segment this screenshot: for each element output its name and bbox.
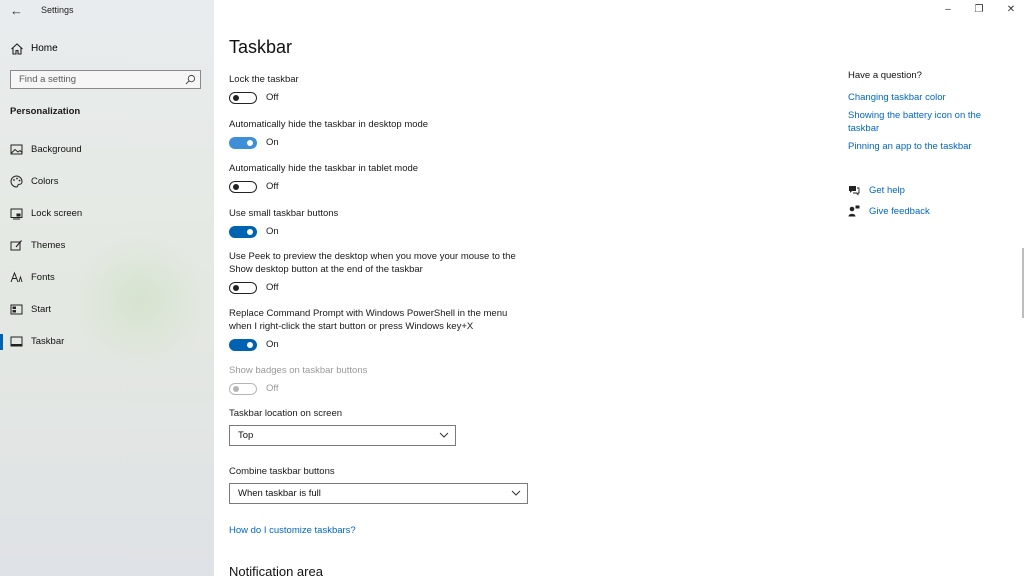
- page-title: Taskbar: [229, 37, 293, 57]
- sidebar-item-label: Taskbar: [31, 336, 65, 347]
- section-title: Personalization: [10, 106, 81, 117]
- toggle-small-buttons[interactable]: [229, 226, 257, 238]
- minimize-icon[interactable]: –: [938, 4, 958, 15]
- give-feedback-label: Give feedback: [869, 206, 930, 217]
- sidebar-item-label: Start: [31, 304, 52, 315]
- setting-label: Use small taskbar buttons: [229, 208, 339, 219]
- setting-label: Lock the taskbar: [229, 74, 299, 85]
- toggle-knob: [233, 94, 239, 101]
- toggle-state: On: [266, 339, 279, 350]
- search-input[interactable]: [11, 71, 184, 88]
- toggle-peek[interactable]: [229, 282, 257, 294]
- close-icon[interactable]: ✕: [1001, 4, 1021, 15]
- setting-lock-taskbar: Lock the taskbar Off: [229, 73, 529, 108]
- sidebar-item-themes[interactable]: Themes: [0, 235, 214, 257]
- start-icon: [10, 304, 23, 315]
- get-help-label: Get help: [869, 185, 905, 196]
- maximize-icon[interactable]: ❐: [969, 4, 989, 15]
- setting-label: Automatically hide the taskbar in tablet…: [229, 163, 419, 174]
- setting-label: Use Peek to preview the desktop when you…: [229, 251, 516, 275]
- sidebar-item-label: Colors: [31, 176, 59, 187]
- location-label: Taskbar location on screen: [229, 408, 343, 419]
- fonts-icon: [10, 271, 23, 283]
- sidebar-item-label: Fonts: [31, 272, 55, 283]
- toggle-state: On: [266, 226, 279, 237]
- setting-autohide-tablet: Automatically hide the taskbar in tablet…: [229, 162, 529, 197]
- sidebar-item-label: Themes: [31, 240, 66, 251]
- link-battery-icon[interactable]: Showing the battery icon on the taskbar: [848, 110, 988, 135]
- feedback-person-icon: [848, 205, 860, 217]
- picture-icon: [10, 144, 23, 155]
- toggle-state: Off: [266, 181, 279, 192]
- sidebar-item-colors[interactable]: Colors: [0, 171, 214, 193]
- sidebar-item-fonts[interactable]: Fonts: [0, 267, 214, 289]
- search-box[interactable]: [10, 70, 201, 89]
- toggle-autohide-desktop[interactable]: [229, 137, 257, 149]
- combine-value: When taskbar is full: [238, 488, 321, 499]
- setting-powershell: Replace Command Prompt with Windows Powe…: [229, 307, 529, 355]
- sidebar-item-taskbar[interactable]: Taskbar: [0, 331, 214, 353]
- home-icon: [11, 43, 23, 55]
- sidebar-item-start[interactable]: Start: [0, 299, 214, 321]
- main-panel: – ❐ ✕ Taskbar Lock the taskbar Off Autom…: [214, 0, 1024, 579]
- toggle-knob: [233, 183, 239, 190]
- chevron-down-icon: [511, 490, 521, 496]
- location-dropdown[interactable]: Top: [229, 425, 456, 446]
- sidebar: ← Settings Home Personalization Backgrou…: [0, 0, 214, 576]
- chevron-down-icon: [439, 432, 449, 438]
- toggle-knob: [247, 139, 253, 146]
- palette-icon: [10, 175, 23, 188]
- toggle-knob: [233, 284, 239, 291]
- toggle-lock-taskbar[interactable]: [229, 92, 257, 104]
- toggle-state: Off: [266, 383, 279, 394]
- toggle-knob: [247, 228, 253, 235]
- setting-label: Automatically hide the taskbar in deskto…: [229, 119, 429, 130]
- sidebar-item-background[interactable]: Background: [0, 139, 214, 161]
- app-title: Settings: [41, 5, 74, 15]
- themes-icon: [10, 240, 22, 251]
- combine-label: Combine taskbar buttons: [229, 466, 335, 477]
- toggle-badges: [229, 383, 257, 395]
- combine-dropdown[interactable]: When taskbar is full: [229, 483, 528, 504]
- sidebar-item-label: Background: [31, 144, 82, 155]
- search-icon[interactable]: [185, 74, 196, 85]
- toggle-knob: [233, 385, 239, 392]
- get-help-link[interactable]: Get help: [848, 184, 988, 198]
- sidebar-item-label: Lock screen: [31, 208, 83, 219]
- back-arrow-icon[interactable]: ←: [10, 3, 23, 18]
- setting-label: Replace Command Prompt with Windows Powe…: [229, 308, 508, 332]
- nav-home-label: Home: [31, 43, 58, 54]
- title-bar: ← Settings: [0, 0, 214, 22]
- link-changing-taskbar-color[interactable]: Changing taskbar color: [848, 92, 988, 105]
- taskbar-icon: [10, 336, 23, 347]
- setting-label: Show badges on taskbar buttons: [229, 365, 368, 376]
- customize-taskbars-link[interactable]: How do I customize taskbars?: [229, 525, 356, 536]
- toggle-state: On: [266, 137, 279, 148]
- lock-screen-icon: [10, 208, 23, 220]
- location-value: Top: [238, 430, 254, 441]
- toggle-autohide-tablet[interactable]: [229, 181, 257, 193]
- setting-small-buttons: Use small taskbar buttons On: [229, 207, 529, 242]
- setting-badges: Show badges on taskbar buttons Off: [229, 364, 529, 399]
- link-pinning-app[interactable]: Pinning an app to the taskbar: [848, 141, 988, 154]
- active-indicator: [0, 334, 3, 350]
- sidebar-item-lock-screen[interactable]: Lock screen: [0, 203, 214, 225]
- toggle-state: Off: [266, 282, 279, 293]
- give-feedback-link[interactable]: Give feedback: [848, 205, 988, 219]
- setting-autohide-desktop: Automatically hide the taskbar in deskto…: [229, 118, 529, 153]
- toggle-state: Off: [266, 92, 279, 103]
- notification-area-heading: Notification area: [229, 564, 323, 579]
- toggle-powershell[interactable]: [229, 339, 257, 351]
- setting-peek: Use Peek to preview the desktop when you…: [229, 250, 529, 298]
- nav-home[interactable]: Home: [0, 38, 214, 60]
- chat-help-icon: [849, 186, 860, 196]
- have-question-heading: Have a question?: [848, 70, 922, 81]
- toggle-knob: [247, 341, 253, 348]
